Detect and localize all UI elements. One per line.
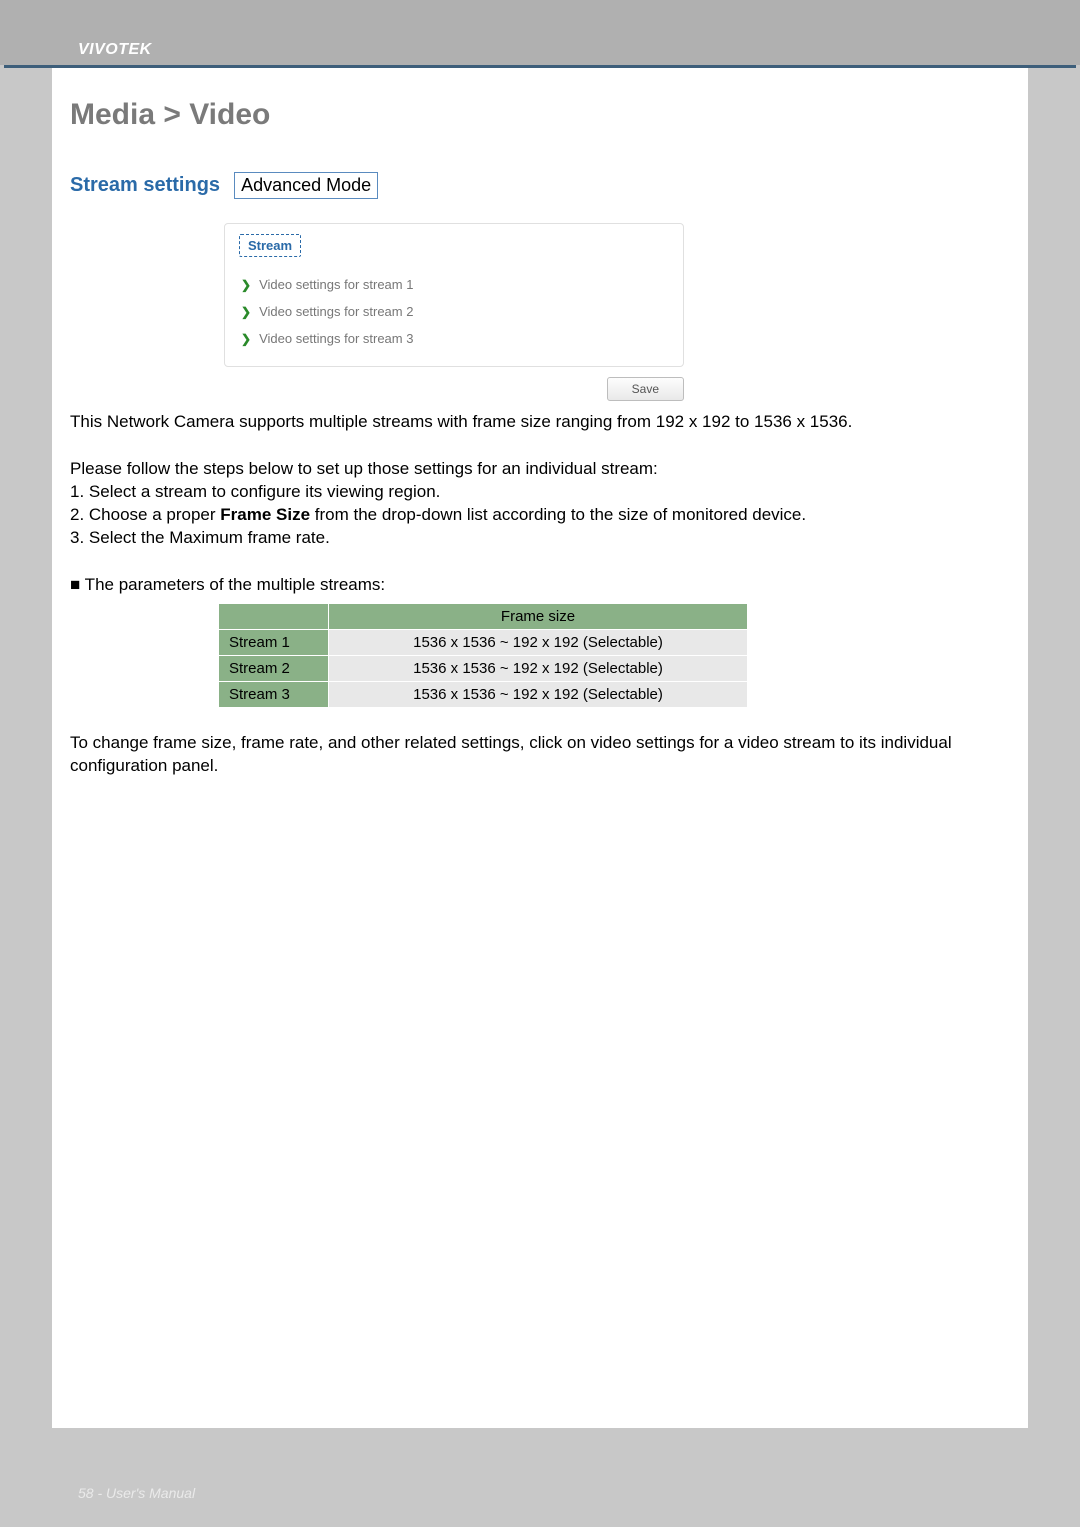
stream-link-label: Video settings for stream 3 xyxy=(259,331,413,346)
params-table: Frame size Stream 1 1536 x 1536 ~ 192 x … xyxy=(218,603,748,708)
video-settings-stream-3[interactable]: ❯ Video settings for stream 3 xyxy=(239,325,669,352)
table-cell-stream-name: Stream 2 xyxy=(219,655,329,681)
table-cell-stream-name: Stream 1 xyxy=(219,629,329,655)
brand-label: VIVOTEK xyxy=(78,41,152,59)
table-row: Stream 3 1536 x 1536 ~ 192 x 192 (Select… xyxy=(219,681,748,707)
step-2-suffix: from the drop-down list according to the… xyxy=(310,505,806,524)
table-cell-value: 1536 x 1536 ~ 192 x 192 (Selectable) xyxy=(329,655,748,681)
settings-title-row: Stream settings Advanced Mode xyxy=(70,172,1010,199)
closing-text: To change frame size, frame rate, and ot… xyxy=(70,732,1010,778)
table-row: Stream 2 1536 x 1536 ~ 192 x 192 (Select… xyxy=(219,655,748,681)
params-table-wrap: Frame size Stream 1 1536 x 1536 ~ 192 x … xyxy=(218,603,748,708)
step-3: 3. Select the Maximum frame rate. xyxy=(70,527,1010,550)
stream-panel: Stream ❯ Video settings for stream 1 ❯ V… xyxy=(224,223,684,367)
params-heading: ■ The parameters of the multiple streams… xyxy=(70,574,1010,597)
stream-settings-label: Stream settings xyxy=(70,174,220,197)
step-1: 1. Select a stream to configure its view… xyxy=(70,481,1010,504)
stream-link-label: Video settings for stream 1 xyxy=(259,277,413,292)
chevron-right-icon: ❯ xyxy=(241,332,251,346)
content-area: Media > Video Stream settings Advanced M… xyxy=(52,68,1028,1428)
step-2-bold: Frame Size xyxy=(220,505,310,524)
table-cell-stream-name: Stream 3 xyxy=(219,681,329,707)
video-settings-stream-1[interactable]: ❯ Video settings for stream 1 xyxy=(239,271,669,298)
table-cell-value: 1536 x 1536 ~ 192 x 192 (Selectable) xyxy=(329,629,748,655)
stream-panel-area: Stream ❯ Video settings for stream 1 ❯ V… xyxy=(224,223,684,401)
chevron-right-icon: ❯ xyxy=(241,278,251,292)
table-cell-value: 1536 x 1536 ~ 192 x 192 (Selectable) xyxy=(329,681,748,707)
tab-stream[interactable]: Stream xyxy=(239,234,301,257)
step-2-prefix: 2. Choose a proper xyxy=(70,505,220,524)
table-header-frame-size: Frame size xyxy=(329,603,748,629)
advanced-mode-badge: Advanced Mode xyxy=(234,172,378,199)
page: VIVOTEK Media > Video Stream settings Ad… xyxy=(0,0,1080,1527)
video-settings-stream-2[interactable]: ❯ Video settings for stream 2 xyxy=(239,298,669,325)
intro-text: This Network Camera supports multiple st… xyxy=(70,411,1010,434)
save-button[interactable]: Save xyxy=(607,377,684,401)
page-title: Media > Video xyxy=(70,98,1010,132)
header-bar: VIVOTEK xyxy=(0,0,1080,65)
save-row: Save xyxy=(224,377,684,401)
footer-label: 58 - User's Manual xyxy=(78,1485,195,1501)
table-header-empty xyxy=(219,603,329,629)
table-row: Stream 1 1536 x 1536 ~ 192 x 192 (Select… xyxy=(219,629,748,655)
table-header-row: Frame size xyxy=(219,603,748,629)
step-2: 2. Choose a proper Frame Size from the d… xyxy=(70,504,1010,527)
stream-link-label: Video settings for stream 2 xyxy=(259,304,413,319)
steps-intro: Please follow the steps below to set up … xyxy=(70,458,1010,481)
chevron-right-icon: ❯ xyxy=(241,305,251,319)
